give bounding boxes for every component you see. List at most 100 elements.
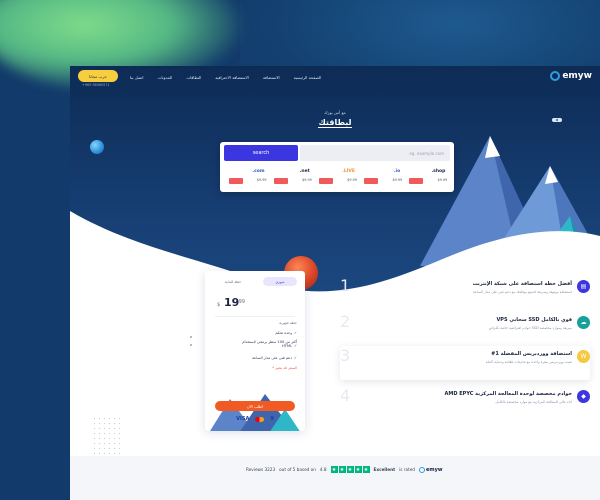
feature-item: 1 أفضل خطة استضافة على شبكة الإنترنت است… <box>340 276 590 306</box>
brand-name: emyw <box>562 71 592 81</box>
star-icon: ★ <box>338 466 346 473</box>
plan-feature: دعم فني على مدار الساعة ✓ <box>252 356 297 360</box>
logo-circle-icon <box>550 71 561 81</box>
domain-price: $9.99 <box>302 178 312 182</box>
nav-item-pro-hosting[interactable]: الاستضافة الاحترافية <box>215 75 249 80</box>
footer-strip <box>70 456 600 500</box>
search-button[interactable]: search <box>224 145 298 161</box>
feature-title: #1 استضافة ووردبريس المفضلة <box>491 351 572 357</box>
feature-number: 4 <box>340 386 351 405</box>
domain-price-tag <box>273 178 288 184</box>
feature-title: AMD EPYC خوادم مخصصة لوحدة المعالجة المر… <box>444 391 573 397</box>
star-icon: ★ <box>362 466 370 473</box>
nav-item-home[interactable]: الصفحة الرئيسية <box>294 75 322 80</box>
feature-item: 2 VPS سحابي SSD قوي بالكامل خوادم افتراض… <box>340 312 590 342</box>
order-now-button[interactable]: اطلب الآن <box>215 401 295 411</box>
hero-title: لبطاقتك <box>318 118 352 128</box>
plan-price-cents: .99 <box>237 299 245 305</box>
nav-item-blogs[interactable]: المدونات <box>158 75 173 80</box>
phone-number: +965 98960571 <box>82 83 110 87</box>
nav-item-hosting[interactable]: الاستضافة <box>263 75 280 80</box>
planet-icon <box>90 140 104 154</box>
payment-methods: VISA 9 <box>205 416 305 422</box>
navbar: جرب مجانا +965 98960571 الصفحة الرئيسية … <box>70 66 600 92</box>
domain-ext: .com <box>252 169 265 174</box>
feature-item: 3 #1 استضافة ووردبريس المفضلة تثبيت وورد… <box>340 346 590 380</box>
logo-circle-icon <box>418 466 425 473</box>
rating-text: out of 5 based on <box>279 467 316 472</box>
domain-search-input[interactable]: eg. example.com <box>300 145 450 161</box>
pricing-card: خطة البداية شهري $ 19 .99 خطة شهرية وحدة… <box>205 271 305 431</box>
domain-price: $9.99 <box>392 178 403 182</box>
plan-feature: وحدة تحكم ✓ <box>275 331 297 335</box>
star-icon: ★ <box>330 466 338 473</box>
try-free-button[interactable]: جرب مجانا <box>78 70 118 82</box>
tab-starter-plan[interactable]: خطة البداية <box>213 277 253 286</box>
plan-label: خطة شهرية <box>279 321 297 325</box>
domain-price-tag <box>318 178 333 184</box>
reviews-count: Reviews 3223 <box>246 467 276 472</box>
domain-item[interactable]: .shop $9.99 <box>407 168 447 188</box>
nav-links: الصفحة الرئيسية الاستضافة الاستضافة الاح… <box>130 75 321 80</box>
feature-desc: خوادم افتراضية خاصة بأقراص SSD سريعة ومو… <box>488 326 572 330</box>
satellite-icon <box>552 118 562 122</box>
visa-icon: VISA <box>236 416 250 422</box>
domain-price: $9.99 <box>256 178 267 182</box>
brand-logo[interactable]: emyw <box>550 71 592 81</box>
star-icon: ★ <box>346 466 354 473</box>
rating-brand-name: emyw <box>425 466 443 473</box>
domain-search-card: search eg. example.com .com $9.99 .net $… <box>220 142 454 192</box>
domain-ext: .io <box>393 169 401 174</box>
server-icon: ▤ <box>577 280 590 293</box>
wordpress-icon: W <box>577 350 590 363</box>
domain-ext: .net <box>299 169 310 174</box>
star-icon: ★ <box>354 466 362 473</box>
domain-ext: .LIVE <box>342 169 355 174</box>
check-icon: ✓ <box>293 356 297 360</box>
tab-monthly[interactable]: شهري <box>263 277 297 286</box>
rating-score: 4.8 <box>319 467 327 472</box>
plan-feature: أكثر من 100 سطر برمجي لاستخدام HTML ✓ <box>242 340 297 348</box>
domain-ext: .shop <box>431 169 446 174</box>
rating-stars: ★ ★ ★ ★ ★ <box>330 466 370 473</box>
check-icon: ✓ <box>293 344 297 348</box>
domain-price: $9.99 <box>347 178 357 182</box>
hero-subtitle: مع أمن يوزك <box>324 110 346 115</box>
feature-item: 4 AMD EPYC خوادم مخصصة لوحدة المعالجة ال… <box>340 386 590 416</box>
feature-desc: تثبيت ووردبريس بنقرة واحدة مع تحديثات تل… <box>485 360 572 364</box>
slider-dots <box>190 336 194 352</box>
plan-note: * السعر قد يتغير <box>272 366 297 370</box>
feature-desc: استضافة موثوقة وسريعة لجميع مواقعك مع دع… <box>473 290 572 294</box>
check-icon: ✓ <box>293 331 297 335</box>
domain-price-tag <box>364 178 379 184</box>
domain-item[interactable]: .LIVE $9.99 <box>317 168 357 188</box>
feature-title: أفضل خطة استضافة على شبكة الإنترنت <box>472 281 572 287</box>
slider-dot[interactable] <box>190 344 192 346</box>
domain-item[interactable]: .com $9.99 <box>227 168 267 188</box>
rated-text: is rated <box>399 467 415 472</box>
domain-price: $9.99 <box>437 178 448 182</box>
payment-icon: 9 <box>270 416 274 422</box>
nav-item-domains[interactable]: النطاقات <box>186 75 201 80</box>
mastercard-icon <box>255 416 265 422</box>
divider <box>215 316 295 317</box>
feature-number: 2 <box>340 312 351 331</box>
domain-item[interactable]: .io $9.99 <box>362 168 402 188</box>
rating-bar: Reviews 3223 out of 5 based on 4.8 ★ ★ ★… <box>246 466 442 473</box>
domain-price-tag <box>409 178 424 184</box>
rating-brand-logo[interactable]: emyw <box>418 466 443 473</box>
rating-label: Excellent <box>373 467 396 472</box>
cloud-icon: ☁ <box>577 316 590 329</box>
page: جرب مجانا +965 98960571 الصفحة الرئيسية … <box>70 66 600 500</box>
domain-price-tag <box>228 178 243 184</box>
feature-number: 1 <box>340 276 351 295</box>
feature-desc: أداء عالي للمعالجة المركزية مع موارد مخص… <box>495 400 572 404</box>
slider-dot[interactable] <box>190 336 192 338</box>
plan-price: $ 19 <box>217 296 240 309</box>
nav-item-contact[interactable]: اتصل بنا <box>130 75 144 80</box>
domain-price-list: .com $9.99 .net $9.99 .LIVE $9.99 .io $9… <box>224 168 450 188</box>
domain-item[interactable]: .net $9.99 <box>272 168 312 188</box>
feature-number: 3 <box>340 346 351 365</box>
feature-title: VPS سحابي SSD قوي بالكامل <box>496 317 572 323</box>
cpu-icon: ◆ <box>577 390 590 403</box>
